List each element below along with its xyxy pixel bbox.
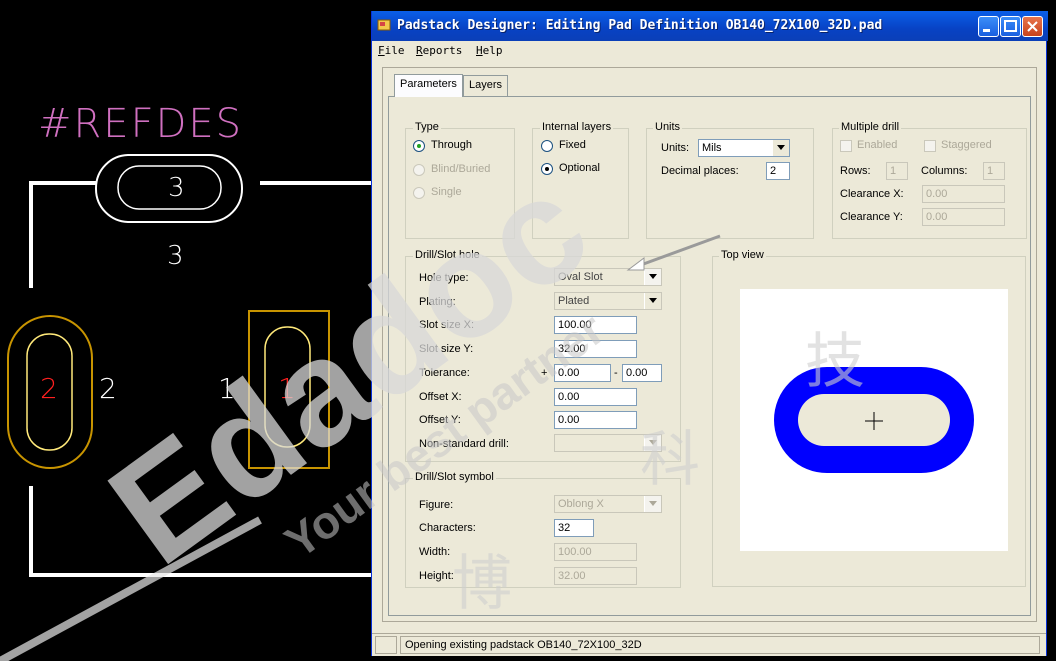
slot-size-x-label: Slot size X: — [419, 319, 475, 331]
clearance-y-input[interactable]: 0.00 — [922, 208, 1005, 226]
decimal-places-input[interactable]: 2 — [766, 162, 790, 180]
chevron-down-icon — [649, 501, 657, 506]
close-button[interactable] — [1022, 16, 1043, 37]
hole-type-label: Hole type: — [419, 272, 469, 284]
slot-size-y-label: Slot size Y: — [419, 343, 474, 355]
width-input[interactable]: 100.00 — [554, 543, 637, 561]
columns-label: Columns: — [921, 165, 968, 177]
maximize-button[interactable] — [1000, 16, 1021, 37]
columns-input[interactable]: 1 — [983, 162, 1005, 180]
internal-layers-title: Internal layers — [540, 121, 614, 133]
oval-slot-preview — [774, 367, 974, 473]
height-label: Height: — [419, 570, 454, 582]
radio-single[interactable] — [413, 187, 425, 199]
window-title: Padstack Designer: Editing Pad Definitio… — [397, 18, 883, 33]
clearance-x-label: Clearance X: — [840, 188, 904, 200]
tab-layers[interactable]: Layers — [463, 75, 509, 96]
characters-input[interactable]: 32 — [554, 519, 594, 537]
chevron-down-icon — [649, 298, 657, 303]
tolerance-plus-sign: + — [541, 367, 548, 379]
offset-x-input[interactable]: 0.00 — [554, 388, 637, 406]
plating-label: Plating: — [419, 296, 456, 308]
figure-select[interactable]: Oblong X — [554, 495, 662, 513]
staggered-label: Staggered — [941, 139, 992, 151]
status-bar: Opening existing padstack OB140_72X100_3… — [372, 633, 1046, 656]
enabled-checkbox[interactable] — [840, 140, 852, 152]
drill-slot-hole-group — [405, 256, 681, 462]
clearance-y-label: Clearance Y: — [840, 211, 903, 223]
figure-label: Figure: — [419, 499, 454, 511]
minimize-icon — [983, 29, 990, 32]
label-fixed: Fixed — [559, 139, 586, 151]
radio-through[interactable] — [413, 140, 425, 152]
rows-input[interactable]: 1 — [886, 162, 908, 180]
top-view-canvas[interactable] — [740, 289, 1008, 551]
label-single: Single — [431, 186, 462, 198]
rows-label: Rows: — [840, 165, 871, 177]
height-input[interactable]: 32.00 — [554, 567, 637, 585]
menu-reports[interactable]: Reports — [416, 44, 462, 57]
slot-size-x-input[interactable]: 100.00 — [554, 316, 637, 334]
tab-parameters[interactable]: Parameters — [394, 74, 463, 97]
menu-file[interactable]: File — [378, 44, 405, 57]
annotation-arrow — [626, 234, 721, 271]
pad-2-number: 2 — [40, 372, 58, 405]
radio-fixed[interactable] — [541, 140, 553, 152]
tolerance-minus-input[interactable]: 0.00 — [622, 364, 662, 382]
characters-label: Characters: — [419, 522, 476, 534]
clearance-x-input[interactable]: 0.00 — [922, 185, 1005, 203]
menu-help[interactable]: Help — [476, 44, 503, 57]
radio-blind-buried[interactable] — [413, 164, 425, 176]
refdes-text: #REFDES — [38, 101, 243, 147]
hole-type-value: Oval Slot — [558, 271, 603, 283]
tolerance-minus-sign: - — [614, 367, 618, 379]
cad-viewport[interactable]: #REFDES 3 3 2 2 1 1 — [0, 0, 372, 661]
offset-y-input[interactable]: 0.00 — [554, 411, 637, 429]
pad-2-label: 2 — [99, 372, 117, 405]
pad-3-number: 3 — [168, 173, 185, 203]
plating-value: Plated — [558, 295, 590, 307]
non-standard-drill-label: Non-standard drill: — [419, 438, 509, 450]
tolerance-plus-input[interactable]: 0.00 — [554, 364, 611, 382]
type-group-title: Type — [413, 121, 441, 133]
units-select-value: Mils — [702, 142, 722, 154]
units-label: Units: — [661, 142, 690, 154]
figure-value: Oblong X — [558, 498, 604, 510]
decimal-places-label: Decimal places: — [661, 165, 739, 177]
label-optional: Optional — [559, 162, 600, 174]
title-bar[interactable]: Padstack Designer: Editing Pad Definitio… — [372, 11, 1048, 41]
radio-optional[interactable] — [541, 163, 553, 175]
label-blind-buried: Blind/Buried — [431, 163, 491, 175]
offset-x-label: Offset X: — [419, 391, 462, 403]
units-title: Units — [653, 121, 683, 133]
pad-1-number: 1 — [278, 372, 296, 405]
drill-slot-hole-title: Drill/Slot hole — [413, 249, 482, 261]
maximize-icon — [1004, 20, 1017, 32]
status-text: Opening existing padstack OB140_72X100_3… — [400, 636, 1040, 654]
chevron-down-icon — [649, 440, 657, 445]
app-icon[interactable] — [377, 18, 391, 32]
units-select[interactable]: Mils — [698, 139, 790, 157]
width-label: Width: — [419, 546, 451, 558]
minimize-button[interactable] — [978, 16, 999, 37]
non-standard-drill-select[interactable] — [554, 434, 662, 452]
multiple-drill-title: Multiple drill — [839, 121, 902, 133]
pad-3-label: 3 — [167, 241, 184, 271]
slot-size-y-input[interactable]: 32.00 — [554, 340, 637, 358]
drill-slot-symbol-title: Drill/Slot symbol — [413, 471, 496, 483]
menu-bar: File Reports Help — [372, 41, 1048, 61]
close-icon — [1027, 21, 1038, 32]
label-through: Through — [431, 139, 472, 151]
tolerance-label: Tolerance: — [419, 367, 470, 379]
enabled-label: Enabled — [857, 139, 898, 151]
staggered-checkbox[interactable] — [924, 140, 936, 152]
offset-y-label: Offset Y: — [419, 414, 461, 426]
pad-1-label: 1 — [218, 372, 236, 405]
chevron-down-icon — [777, 145, 785, 150]
status-pane-left — [375, 636, 397, 654]
plating-select[interactable]: Plated — [554, 292, 662, 310]
